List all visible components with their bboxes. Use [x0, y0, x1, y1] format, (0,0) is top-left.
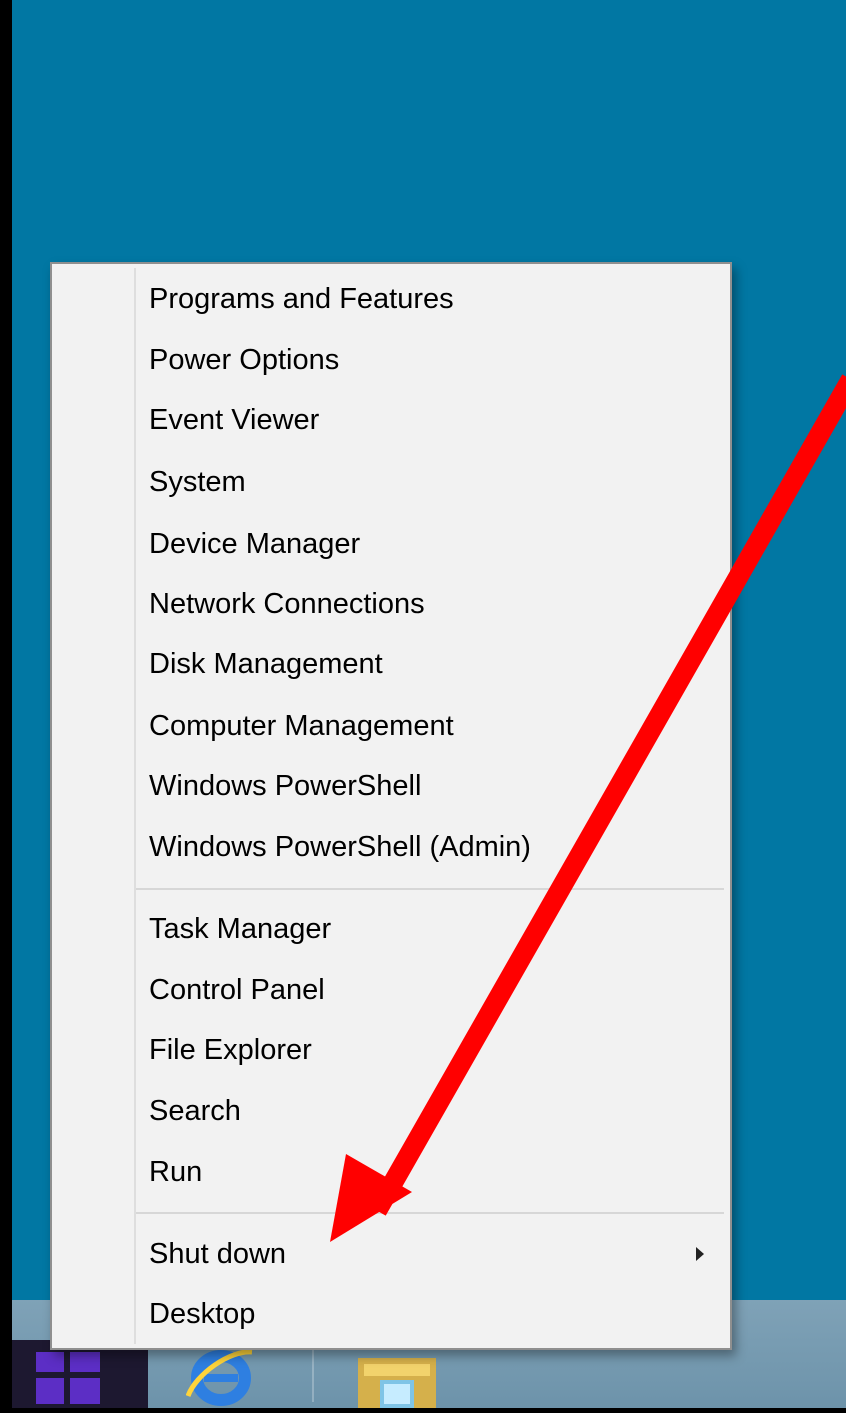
- taskbar-divider: [312, 1346, 314, 1402]
- menu-item-label: Run: [149, 1155, 203, 1188]
- submenu-arrow-icon: [696, 1247, 704, 1261]
- menu-item-network-connections[interactable]: Network Connections: [52, 576, 730, 632]
- internet-explorer-icon[interactable]: [185, 1344, 256, 1408]
- winx-context-menu: Programs and Features Power Options Even…: [50, 262, 732, 1350]
- menu-item-label: Task Manager: [149, 912, 332, 945]
- file-explorer-icon[interactable]: [356, 1352, 438, 1408]
- menu-item-search[interactable]: Search: [52, 1083, 730, 1139]
- menu-item-run[interactable]: Run: [52, 1144, 730, 1200]
- menu-item-control-panel[interactable]: Control Panel: [52, 962, 730, 1018]
- menu-item-label: Event Viewer: [149, 403, 320, 436]
- menu-item-label: Programs and Features: [149, 282, 454, 315]
- menu-item-label: Desktop: [149, 1297, 256, 1330]
- menu-item-label: Computer Management: [149, 709, 454, 742]
- menu-item-label: Device Manager: [149, 527, 361, 560]
- menu-item-device-manager[interactable]: Device Manager: [52, 516, 730, 572]
- menu-item-label: Search: [149, 1094, 241, 1127]
- menu-item-label: Windows PowerShell: [149, 769, 422, 802]
- menu-item-label: File Explorer: [149, 1033, 312, 1066]
- menu-item-label: Shut down: [149, 1237, 287, 1270]
- menu-item-label: Network Connections: [149, 587, 425, 620]
- menu-separator: [136, 1212, 724, 1214]
- menu-item-label: Control Panel: [149, 973, 325, 1006]
- menu-item-system[interactable]: System: [52, 454, 730, 510]
- menu-item-windows-powershell[interactable]: Windows PowerShell: [52, 758, 730, 814]
- menu-item-label: Disk Management: [149, 647, 383, 680]
- menu-item-shut-down[interactable]: Shut down: [52, 1226, 730, 1282]
- menu-item-desktop[interactable]: Desktop: [52, 1286, 730, 1342]
- menu-item-power-options[interactable]: Power Options: [52, 332, 730, 388]
- menu-item-label: Power Options: [149, 343, 340, 376]
- menu-item-event-viewer[interactable]: Event Viewer: [52, 392, 730, 448]
- menu-item-label: System: [149, 465, 246, 498]
- menu-item-disk-management[interactable]: Disk Management: [52, 636, 730, 692]
- menu-separator: [136, 888, 724, 890]
- menu-item-programs-and-features[interactable]: Programs and Features: [52, 271, 730, 327]
- windows-start-icon[interactable]: [36, 1352, 100, 1404]
- menu-item-windows-powershell-admin[interactable]: Windows PowerShell (Admin): [52, 819, 730, 875]
- menu-item-file-explorer[interactable]: File Explorer: [52, 1022, 730, 1078]
- menu-item-label: Windows PowerShell (Admin): [149, 830, 531, 863]
- menu-item-task-manager[interactable]: Task Manager: [52, 901, 730, 957]
- menu-item-computer-management[interactable]: Computer Management: [52, 698, 730, 754]
